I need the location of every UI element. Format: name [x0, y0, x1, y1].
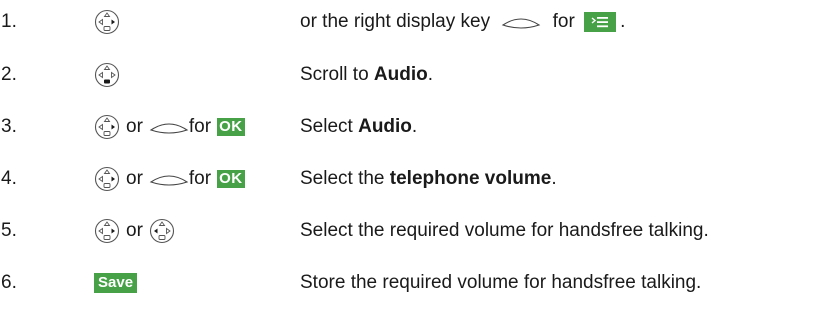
step-3: 3. or for OK Select Audio. [0, 107, 818, 147]
description-bold: telephone volume [389, 168, 552, 189]
step-number: 3. [1, 116, 17, 137]
control-key-down-icon [94, 9, 120, 35]
step-2: 2. Scroll to Audio. [0, 55, 818, 95]
step-4: 4. or for OK Select the telephone volume… [0, 159, 818, 199]
step-number: 1. [1, 11, 17, 32]
step-description: Store the required volume for handsfree … [300, 263, 701, 303]
step-keys: or [94, 211, 175, 251]
menu-icon [584, 11, 617, 32]
description-text: for [552, 11, 575, 32]
left-display-key-icon [149, 168, 189, 190]
description-text: . [427, 64, 434, 85]
control-key-right-icon [94, 218, 120, 244]
control-key-left-icon [149, 218, 175, 244]
control-key-right-icon [94, 166, 120, 192]
description-text: or the right display key [300, 11, 491, 32]
control-key-right-icon [94, 114, 120, 140]
step-number: 5. [1, 220, 17, 241]
step-description: Select Audio. [300, 107, 417, 147]
description-text: Select the [300, 168, 390, 189]
step-keys: or for OK [94, 159, 245, 199]
description-text: Scroll to [300, 64, 374, 85]
step-5: 5. or Select the required volume for han… [0, 211, 818, 251]
description-text: Store the required volume for handsfree … [300, 272, 702, 293]
step-number: 2. [1, 64, 17, 85]
for-text: for [188, 116, 212, 137]
description-bold: Audio [373, 64, 428, 85]
step-description: Select the required volume for handsfree… [300, 211, 709, 251]
step-keys: Save [94, 263, 138, 303]
step-1: 1. or the right display key for . [0, 2, 818, 42]
step-keys: or for OK [94, 107, 245, 147]
for-text: for [188, 168, 212, 189]
or-text: or [126, 220, 143, 241]
ok-badge: OK [217, 170, 245, 188]
step-number: 6. [1, 272, 17, 293]
description-text: . [411, 116, 418, 137]
description-text: . [620, 11, 626, 32]
step-6: 6. Save Store the required volume for ha… [0, 263, 818, 303]
description-text: Select [300, 116, 359, 137]
step-description: Select the telephone volume. [300, 159, 557, 199]
right-display-key-icon [501, 15, 541, 29]
description-text: . [551, 168, 557, 189]
ok-badge: OK [217, 118, 245, 136]
or-text: or [126, 168, 143, 189]
description-bold: Audio [358, 116, 412, 137]
control-key-down-icon [94, 62, 120, 88]
step-description: Scroll to Audio. [300, 55, 433, 95]
save-badge: Save [94, 273, 138, 293]
step-keys [94, 55, 120, 95]
step-keys [94, 2, 120, 42]
step-number: 4. [1, 168, 17, 189]
step-description: or the right display key for . [300, 2, 625, 42]
left-display-key-icon [149, 116, 189, 138]
description-text: Select the required volume for handsfree… [300, 220, 709, 241]
or-text: or [126, 116, 143, 137]
